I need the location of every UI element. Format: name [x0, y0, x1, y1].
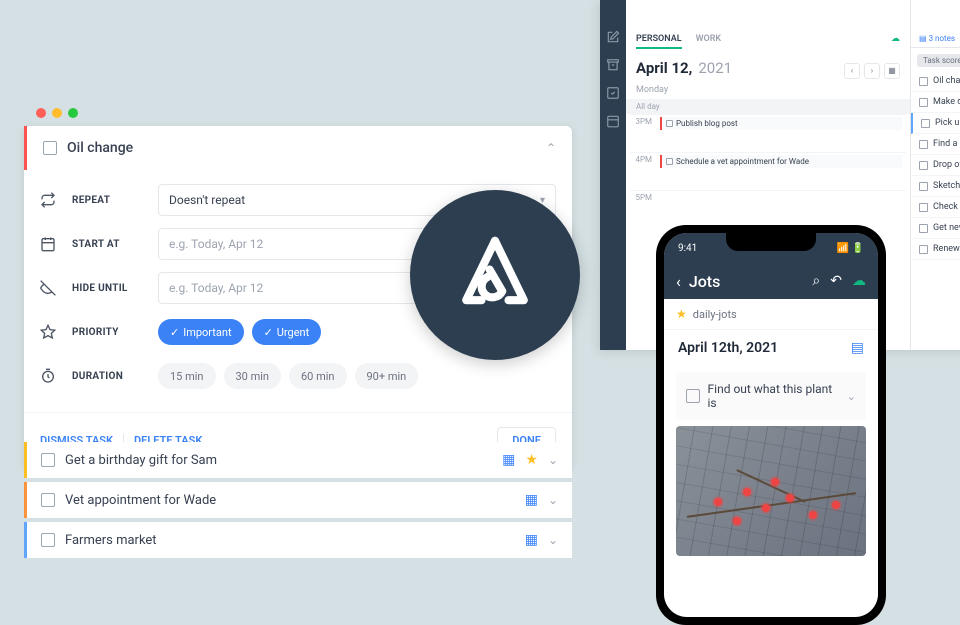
archive-icon[interactable] [606, 58, 620, 72]
duration-icon [40, 368, 56, 384]
chevron-down-icon[interactable]: ⌄ [548, 533, 558, 547]
start-label: START AT [72, 239, 142, 250]
day-of-week: Monday [626, 85, 910, 99]
sidebar [600, 0, 626, 350]
phone-mockup: 9:41 📶 🔋 ‹ Jots ⌕ ↶ ☁ ★ daily-jots April… [656, 225, 886, 625]
urgent-pill[interactable]: ✓ Urgent [252, 319, 322, 345]
todo-item[interactable]: Oil change [911, 71, 960, 92]
doc-icon[interactable]: ▤ [851, 340, 864, 356]
dur-60-pill[interactable]: 60 min [289, 363, 347, 389]
task-title: Oil change [67, 140, 133, 156]
todo-item[interactable]: Get new parking pas [911, 218, 960, 239]
task-label: Get a birthday gift for Sam [65, 453, 217, 468]
search-icon[interactable]: ⌕ [812, 273, 820, 289]
dur-30-pill[interactable]: 30 min [224, 363, 282, 389]
task-checkbox[interactable] [686, 389, 700, 403]
right-pane: ▤ 3 notes ▢ 1 tag Task scoreMo Oil chang… [910, 0, 960, 350]
calendar-icon[interactable] [606, 114, 620, 128]
todo-item[interactable]: Renew car tabs [911, 239, 960, 260]
important-pill[interactable]: ✓ Important [158, 319, 244, 345]
edit-icon[interactable] [606, 30, 620, 44]
chevron-down-icon[interactable]: ⌄ [847, 390, 856, 403]
calendar-icon[interactable]: ▦ [525, 532, 538, 548]
calendar-icon[interactable]: ▦ [502, 452, 515, 468]
app-logo [410, 190, 580, 360]
task-row[interactable]: Farmers market ▦ ⌄ [24, 522, 572, 558]
task-list: Get a birthday gift for Sam ▦ ★ ⌄ Vet appo… [24, 442, 572, 558]
collapse-icon[interactable]: ⌃ [546, 141, 556, 155]
task-checkbox[interactable] [41, 533, 55, 547]
cloud-icon[interactable]: ☁ [852, 273, 866, 289]
phone-header: ‹ Jots ⌕ ↶ ☁ [664, 263, 878, 299]
tab-personal[interactable]: PERSONAL [636, 34, 682, 49]
next-day-button[interactable]: › [864, 63, 880, 79]
tab-work[interactable]: WORK [696, 34, 722, 49]
check-icon[interactable] [606, 86, 620, 100]
todo-item[interactable]: Make dinner reservat [911, 92, 960, 113]
star-icon [40, 324, 56, 340]
maximize-dot[interactable] [68, 108, 78, 118]
notebook-row[interactable]: ★ daily-jots [664, 299, 878, 330]
plant-photo [676, 426, 866, 556]
calendar-icon[interactable]: ▦ [525, 492, 538, 508]
star-icon: ★ [676, 307, 687, 321]
star-icon[interactable]: ★ [525, 452, 538, 468]
calendar-event[interactable]: Schedule a vet appointment for Wade [660, 155, 902, 168]
todo-item[interactable]: Check camping gear [911, 197, 960, 218]
task-label: Vet appointment for Wade [65, 493, 216, 508]
duration-label: DURATION [72, 371, 142, 382]
dur-90-pill[interactable]: 90+ min [355, 363, 419, 389]
back-icon[interactable]: ‹ [676, 272, 681, 291]
chevron-down-icon[interactable]: ⌄ [548, 453, 558, 467]
phone-title: Jots [689, 272, 721, 291]
date-year: 2021 [698, 59, 732, 77]
minimize-dot[interactable] [52, 108, 62, 118]
task-row[interactable]: Get a birthday gift for Sam ▦ ★ ⌄ [24, 442, 572, 478]
today-button[interactable]: ▦ [884, 63, 900, 79]
calendar-event[interactable]: Publish blog post [660, 117, 902, 130]
notes-count[interactable]: ▤ 3 notes [919, 34, 955, 43]
phone-task[interactable]: Find out what this plant is ⌄ [676, 372, 866, 420]
task-header: Oil change ⌃ [24, 126, 572, 170]
hide-label: HIDE UNTIL [72, 283, 142, 294]
signal-icons: 📶 🔋 [837, 243, 864, 254]
undo-icon[interactable]: ↶ [830, 273, 842, 289]
task-checkbox[interactable] [41, 453, 55, 467]
todo-list: Oil change Make dinner reservat Pick up … [911, 71, 960, 260]
dur-15-pill[interactable]: 15 min [158, 363, 216, 389]
date-month-day: April 12, [636, 59, 692, 77]
todo-item[interactable]: Pick up ingredients f [911, 113, 960, 134]
hide-icon [40, 280, 56, 296]
todo-item[interactable]: Sketch 2x a week [911, 176, 960, 197]
allday-row: All day [626, 99, 910, 114]
task-row[interactable]: Vet appointment for Wade ▦ ⌄ [24, 482, 572, 518]
calendar-icon [40, 236, 56, 252]
todo-item[interactable]: Drop off donations [911, 155, 960, 176]
repeat-label: REPEAT [72, 195, 142, 206]
prev-day-button[interactable]: ‹ [844, 63, 860, 79]
todo-item[interactable]: Find a gift for Sam – [911, 134, 960, 155]
window-controls [36, 108, 78, 118]
repeat-icon [40, 192, 56, 208]
chevron-down-icon[interactable]: ⌄ [548, 493, 558, 507]
task-score-chip[interactable]: Task score [917, 54, 960, 67]
close-dot[interactable] [36, 108, 46, 118]
task-checkbox[interactable] [41, 493, 55, 507]
priority-label: PRIORITY [72, 327, 142, 338]
phone-date: April 12th, 2021 [678, 340, 778, 356]
task-label: Farmers market [65, 533, 157, 548]
cloud-icon[interactable]: ☁ [891, 34, 900, 49]
task-checkbox[interactable] [43, 141, 57, 155]
